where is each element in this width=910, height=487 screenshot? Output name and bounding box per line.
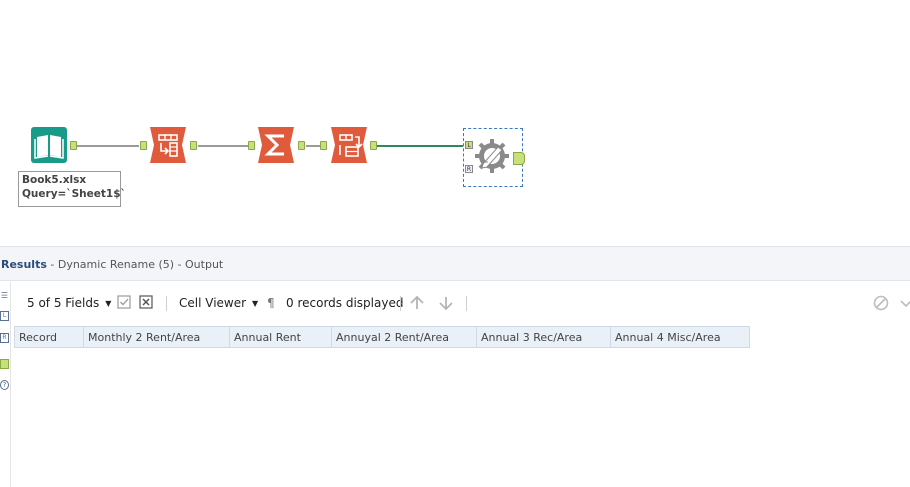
toolbar-divider (400, 296, 401, 311)
cancel-icon[interactable] (873, 295, 889, 311)
results-toolbar: 5 of 5 Fields ▼ Cell Viewer ▼ ¶ 0 records … (11, 282, 910, 324)
deselect-all-icon[interactable] (138, 295, 154, 311)
output-anchor[interactable] (513, 152, 525, 165)
sigma-icon (258, 127, 294, 163)
right-input-anchor[interactable]: R (465, 165, 473, 173)
tool-annotation: Book5.xlsx Query=`Sheet1$` (18, 171, 126, 207)
column-header-annual-4-misc-area[interactable]: Annual 4 Misc/Area (611, 326, 750, 348)
menu-icon[interactable]: ☰ (0, 291, 9, 301)
left-anchor-icon[interactable]: L (0, 311, 9, 321)
pilcrow-toggle[interactable]: ¶ (267, 282, 275, 324)
fields-label: 5 of 5 Fields (27, 296, 100, 310)
annotation-line-1: Book5.xlsx (22, 174, 87, 186)
output-anchor[interactable] (370, 141, 377, 150)
column-header-record[interactable]: Record (14, 326, 84, 348)
input-anchor[interactable] (140, 141, 147, 150)
cell-viewer-dropdown[interactable]: Cell Viewer ▼ (179, 282, 258, 324)
transpose-tool[interactable] (331, 127, 367, 163)
connection-2[interactable] (198, 145, 248, 147)
results-rail: ☰ L R ? (0, 282, 11, 487)
output-anchor[interactable] (298, 141, 305, 150)
arrow-up-icon[interactable] (409, 295, 425, 311)
select-icon (150, 127, 186, 163)
right-anchor-icon[interactable]: R (0, 333, 9, 343)
records-count: 0 records displayed (286, 296, 404, 310)
results-grid: Record Monthly 2 Rent/Area Annual Rent A… (14, 326, 750, 348)
output-anchor-icon[interactable] (0, 359, 9, 369)
workflow-canvas[interactable]: Book5.xlsx Query=`Sheet1$` L R (0, 0, 910, 246)
book-icon (31, 127, 67, 163)
summarize-tool[interactable] (258, 127, 294, 163)
input-anchor[interactable] (320, 141, 327, 150)
connection-1[interactable] (77, 145, 139, 147)
results-panel: Results - Dynamic Rename (5) - Output ☰ … (0, 246, 910, 487)
help-icon[interactable]: ? (0, 380, 9, 390)
output-anchor[interactable] (190, 141, 197, 150)
fields-dropdown[interactable]: 5 of 5 Fields ▼ (27, 282, 111, 324)
transpose-icon (331, 127, 367, 163)
input-anchor[interactable] (248, 141, 255, 150)
column-header-annual-rent[interactable]: Annual Rent (230, 326, 332, 348)
column-header-annuyal-2-rent-area[interactable]: Annuyal 2 Rent/Area (332, 326, 477, 348)
connection-3[interactable] (306, 145, 320, 147)
select-all-checkbox-icon[interactable] (116, 295, 132, 311)
column-header-annual-3-rec-area[interactable]: Annual 3 Rec/Area (477, 326, 611, 348)
left-input-anchor[interactable]: L (465, 141, 473, 149)
chevron-down-icon: ▼ (252, 298, 259, 308)
cell-viewer-label: Cell Viewer (179, 296, 247, 310)
dynamic-rename-tool[interactable] (474, 138, 510, 174)
results-subtitle: - Dynamic Rename (5) - Output (46, 258, 224, 271)
chevron-down-icon[interactable] (899, 295, 910, 311)
input-data-tool[interactable] (31, 127, 67, 163)
connection-4[interactable] (377, 145, 463, 147)
toolbar-divider (166, 296, 167, 311)
select-tool[interactable] (150, 127, 186, 163)
toolbar-divider (466, 296, 467, 311)
arrow-down-icon[interactable] (438, 295, 454, 311)
column-header-monthly-2-rent-area[interactable]: Monthly 2 Rent/Area (84, 326, 230, 348)
annotation-line-2: Query=`Sheet1$` (22, 188, 126, 200)
results-header: Results - Dynamic Rename (5) - Output (0, 246, 910, 281)
chevron-down-icon: ▼ (105, 298, 112, 308)
output-anchor[interactable] (70, 141, 77, 150)
results-title: Results (1, 258, 47, 271)
gear-pencil-icon (475, 139, 509, 173)
